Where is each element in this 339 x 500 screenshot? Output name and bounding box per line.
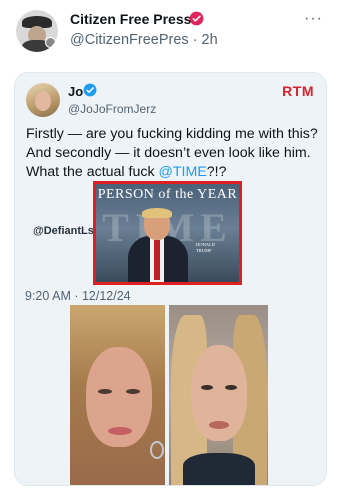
photo-right[interactable]	[169, 305, 268, 485]
author-handle-time: @CitizenFreePres · 2h	[70, 32, 218, 48]
verified-badge-icon	[189, 11, 204, 26]
quoted-author-name[interactable]: Jo	[68, 84, 83, 99]
quoted-tweet-card[interactable]: Jo @JoJoFromJerz RTM Firstly — are you f…	[14, 72, 327, 486]
cover-headline: PERSON of the YEAR	[97, 187, 238, 202]
rtm-logo: RTM	[282, 83, 314, 99]
quoted-author-avatar[interactable]	[26, 83, 60, 117]
photo-left[interactable]	[70, 305, 165, 485]
post-header: Citizen Free Press @CitizenFreePres · 2h…	[12, 10, 327, 54]
quoted-author-handle: @JoJoFromJerz	[68, 102, 157, 116]
cover-caption: TRUMP	[196, 248, 212, 253]
more-options-icon[interactable]: ···	[304, 10, 323, 28]
time-cover-image[interactable]: TIME PERSON of the YEAR DONALD TRUMP	[93, 181, 242, 285]
cover-caption: DONALD	[196, 242, 215, 247]
time-mention-link[interactable]: @TIME	[158, 164, 206, 180]
author-avatar[interactable]	[16, 10, 58, 52]
quoted-tweet-text: Firstly — are you fucking kidding me wit…	[26, 126, 318, 180]
quoted-timestamp: 9:20 AM · 12/12/24	[25, 289, 131, 303]
verified-badge-icon	[83, 83, 97, 97]
author-name[interactable]: Citizen Free Press	[70, 11, 191, 27]
watermark: @DefiantLs	[33, 225, 94, 237]
